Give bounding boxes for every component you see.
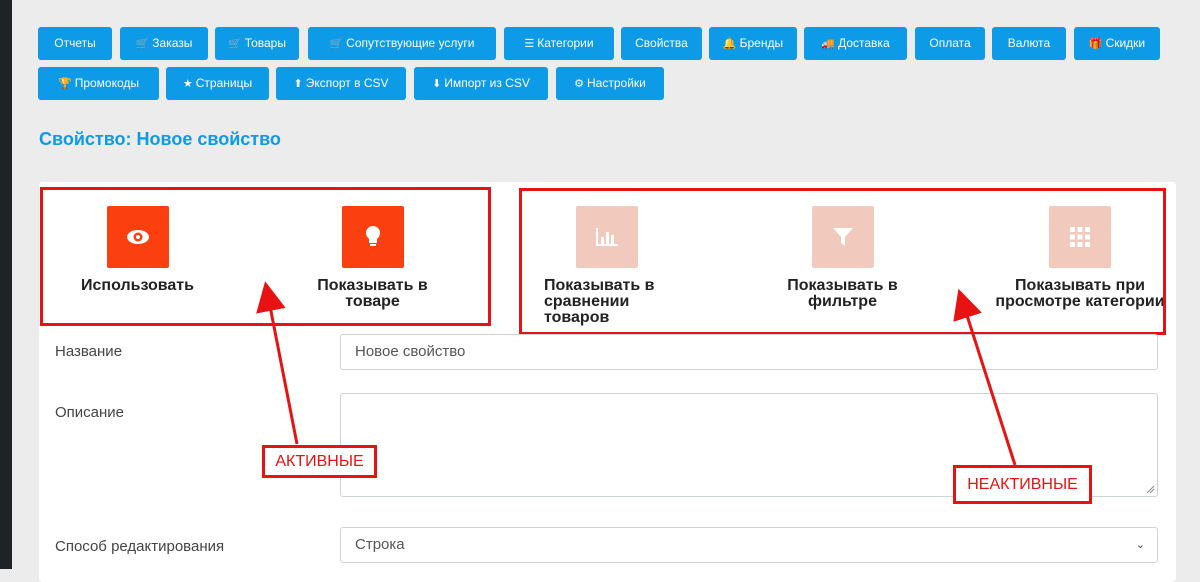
active-callout: АКТИВНЫЕ — [262, 445, 377, 478]
active-arrow — [256, 281, 299, 445]
inactive-callout: НЕАКТИВНЫЕ — [953, 465, 1092, 504]
inactive-arrow — [953, 288, 1017, 466]
